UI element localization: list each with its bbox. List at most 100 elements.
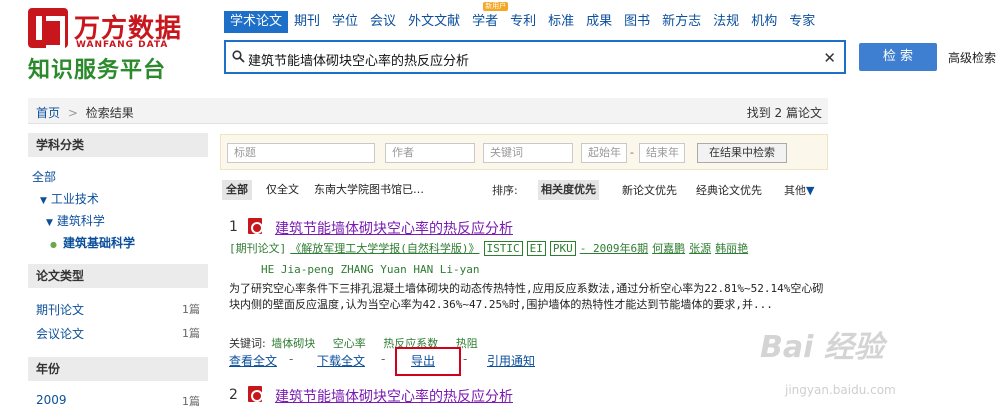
year-2009-label: 2009 <box>36 393 67 407</box>
nav-experts[interactable]: 专家 <box>783 11 821 33</box>
keyword-link[interactable]: 空心率 <box>333 337 366 350</box>
logo-subtitle-en: WANFANG DATA <box>76 40 169 50</box>
nav-journals[interactable]: 期刊 <box>288 11 326 33</box>
author-filter-input[interactable]: 作者 <box>385 143 475 163</box>
action-separator: - <box>463 352 468 366</box>
breadcrumb-separator: > <box>67 106 78 120</box>
author-link[interactable]: 张源 <box>689 242 711 255</box>
new-badge: 新用户 <box>483 2 509 11</box>
close-icon[interactable]: ✕ <box>823 49 836 67</box>
nav-books[interactable]: 图书 <box>618 11 656 33</box>
start-year-input[interactable]: 起始年 <box>581 143 627 163</box>
action-separator: - <box>381 352 386 366</box>
type-journal-label: 期刊论文 <box>36 303 85 317</box>
watermark-url: jingyan.baidu.com <box>785 383 896 397</box>
nav-academic-papers[interactable]: 学术论文 <box>224 11 289 33</box>
type-conference-label: 会议论文 <box>36 327 85 341</box>
triangle-down-icon: ▼ <box>40 196 47 206</box>
result-title-link[interactable]: 建筑节能墙体砌块空心率的热反应分析 <box>275 218 513 238</box>
nav-regulations[interactable]: 法规 <box>707 11 745 33</box>
result-filter-bar: 标题 作者 关键词 起始年 - 结束年 在结果中检索 <box>220 134 828 170</box>
authors-en-text: HE Jia-peng ZHANG Yuan HAN Li-yan <box>261 263 480 276</box>
pdf-icon[interactable] <box>248 218 263 234</box>
search-query: 建筑节能墙体砌块空心率的热反应分析 <box>248 54 470 69</box>
sort-label: 排序: <box>492 184 518 197</box>
breadcrumb: 首页 > 检索结果 找到 2 篇论文 <box>28 98 828 124</box>
year-2009[interactable]: 2009 1篇 <box>36 393 200 408</box>
index-tag-pku[interactable]: PKU <box>549 241 576 256</box>
type-journal-paper[interactable]: 期刊论文 1篇 <box>36 301 200 318</box>
result-number: 1 <box>229 219 238 235</box>
paper-type: [期刊论文] <box>229 242 287 255</box>
baidu-watermark-logo: Bai 经验 <box>760 330 884 365</box>
tab-fulltext-only[interactable]: 仅全文 <box>266 180 299 200</box>
subject-architecture-label: 建筑科学 <box>56 214 105 228</box>
nav-local-chronicles[interactable]: 新方志 <box>656 11 707 33</box>
nav-scholars[interactable]: 学者 新用户 <box>466 2 509 33</box>
search-input[interactable]: 建筑节能墙体砌块空心率的热反应分析 ✕ <box>224 40 846 74</box>
subject-industrial-tech-label: 工业技术 <box>50 192 99 206</box>
bullet-icon: ● <box>50 240 57 249</box>
year-2009-count: 1篇 <box>182 395 200 408</box>
action-separator: - <box>289 352 294 366</box>
subject-building-basics[interactable]: ● 建筑基础科学 <box>50 234 135 251</box>
author-link[interactable]: 何嘉鹏 <box>652 242 685 255</box>
view-fulltext-link[interactable]: 查看全文 <box>229 352 277 369</box>
export-highlight-box <box>395 347 461 376</box>
subject-architecture[interactable]: ▼ 建筑科学 <box>46 212 105 229</box>
nav-achievements[interactable]: 成果 <box>580 11 618 33</box>
nav-institutions[interactable]: 机构 <box>745 11 783 33</box>
keyword-link[interactable]: 墙体砌块 <box>271 337 315 350</box>
search-button[interactable]: 检 索 <box>859 43 937 71</box>
year-heading: 年份 <box>28 357 208 381</box>
download-fulltext-link[interactable]: 下载全文 <box>317 352 365 369</box>
nav-degrees[interactable]: 学位 <box>326 11 364 33</box>
wanfang-logo-icon <box>28 8 68 50</box>
authors-en: HE Jia-peng ZHANG Yuan HAN Li-yan <box>229 263 480 277</box>
type-conference-paper[interactable]: 会议论文 1篇 <box>36 325 200 342</box>
type-journal-count: 1篇 <box>182 303 200 316</box>
sort-classic[interactable]: 经典论文优先 <box>696 182 762 198</box>
subject-building-basics-label: 建筑基础科学 <box>62 236 135 250</box>
subject-category-heading: 学科分类 <box>28 133 208 157</box>
tab-all[interactable]: 全部 <box>222 180 252 200</box>
nav-standards[interactable]: 标准 <box>542 11 580 33</box>
triangle-down-icon: ▼ <box>46 218 53 228</box>
triangle-down-icon: ▼ <box>806 184 815 197</box>
year-range-dash: - <box>630 146 634 159</box>
subject-industrial-tech[interactable]: ▼ 工业技术 <box>40 190 99 207</box>
breadcrumb-home[interactable]: 首页 <box>36 106 60 120</box>
issue-link[interactable]: - 2009年6期 <box>580 242 648 255</box>
nav-foreign-literature[interactable]: 外文文献 <box>402 11 466 33</box>
search-icon <box>232 50 245 63</box>
sort-newest[interactable]: 新论文优先 <box>622 182 677 198</box>
journal-link[interactable]: 《解放军理工大学学报(自然科学版)》 <box>290 242 479 255</box>
index-tag-ei[interactable]: EI <box>526 241 546 256</box>
sort-more-label: 其他 <box>784 184 806 197</box>
tab-library-holdings[interactable]: 东南大学院图书馆已… <box>314 180 424 200</box>
sort-bar: 全部 仅全文 东南大学院图书馆已… 排序: 相关度优先 新论文优先 经典论文优先… <box>220 178 828 200</box>
type-conference-count: 1篇 <box>182 327 200 340</box>
result-meta: [期刊论文] 《解放军理工大学学报(自然科学版)》 ISTIC EI PKU - 2009… <box>229 241 748 256</box>
result-number: 2 <box>229 387 238 403</box>
end-year-input[interactable]: 结束年 <box>639 143 685 163</box>
sort-more[interactable]: 其他▼ <box>784 182 814 198</box>
wanfang-logo[interactable]: 万方数据 WANFANG DATA 知识服务平台 <box>28 8 208 83</box>
subject-all[interactable]: 全部 <box>32 168 56 185</box>
index-tag-istic[interactable]: ISTIC <box>483 241 523 256</box>
result-abstract: 为了研究空心率条件下三排孔混凝土墙体砌块的动态传热特性,应用反应系数法,通过分析… <box>229 282 824 311</box>
title-filter-input[interactable]: 标题 <box>227 143 375 163</box>
paper-type-heading: 论文类型 <box>28 264 208 288</box>
sort-relevance[interactable]: 相关度优先 <box>538 180 599 200</box>
citation-alert-link[interactable]: 引用通知 <box>487 352 535 369</box>
keyword-filter-input[interactable]: 关键词 <box>483 143 573 163</box>
nav-scholars-label: 学者 <box>472 14 499 29</box>
pdf-icon[interactable] <box>248 386 263 402</box>
nav-conferences[interactable]: 会议 <box>364 11 402 33</box>
nav-patents[interactable]: 专利 <box>504 11 542 33</box>
top-nav: 学术论文 期刊 学位 会议 外文文献 学者 新用户 专利 标准 成果 图书 新方… <box>224 2 821 33</box>
search-in-results-button[interactable]: 在结果中检索 <box>697 143 787 163</box>
result-title-link[interactable]: 建筑节能墙体砌块空心率的热反应分析 <box>275 386 513 406</box>
author-link[interactable]: 韩丽艳 <box>715 242 748 255</box>
advanced-search-link[interactable]: 高级检索 <box>948 49 996 66</box>
